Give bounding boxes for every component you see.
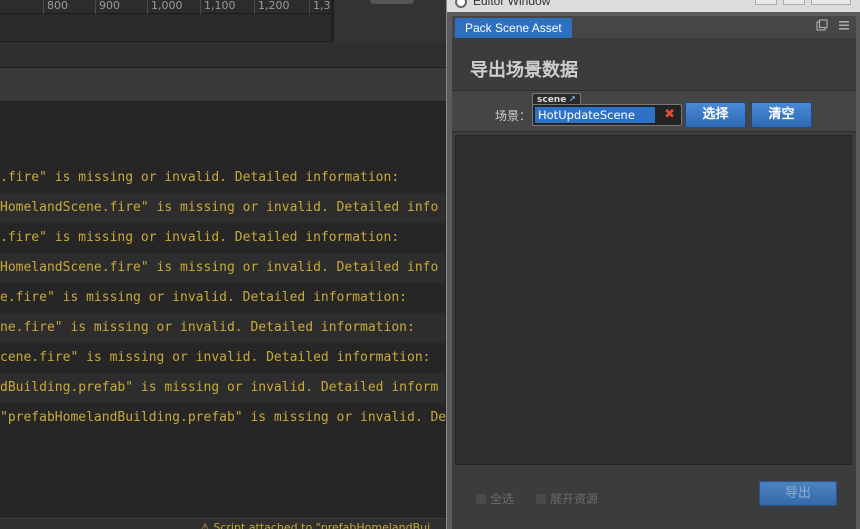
ruler-tick: 1,100: [200, 0, 236, 14]
console-log: .fire" is missing or invalid. Detailed i…: [0, 102, 446, 522]
window-titlebar[interactable]: Editor Window: [447, 0, 860, 12]
checkbox-box[interactable]: [475, 492, 487, 505]
popout-icon[interactable]: [816, 19, 828, 33]
app-icon: [455, 0, 467, 8]
console-toolbar: [0, 68, 446, 102]
clear-button[interactable]: 清空: [751, 102, 812, 128]
asset-list[interactable]: [455, 135, 852, 465]
expand-assets-checkbox[interactable]: 展开资源: [535, 490, 598, 507]
pack-scene-panel: 导出场景数据 场景： scene ↗ HotUpdateScene ✖ 选择 清空…: [452, 38, 856, 529]
main-editor-background: 800 900 1,000 1,100 1,200 1,3 .fire" is …: [0, 0, 446, 529]
console-line[interactable]: .fire" is missing or invalid. Detailed i…: [0, 163, 446, 193]
console-line[interactable]: "prefabHomelandBuilding.prefab" is missi…: [0, 403, 446, 433]
ruler-tick: 1,000: [147, 0, 183, 14]
console-line[interactable]: .fire" is missing or invalid. Detailed i…: [0, 223, 446, 253]
tab-pack-scene-asset[interactable]: Pack Scene Asset: [455, 18, 572, 38]
expand-assets-label: 展开资源: [550, 492, 599, 506]
ruler-tick: 800: [43, 0, 68, 14]
scene-view[interactable]: [0, 14, 330, 42]
screen: 800 900 1,000 1,100 1,200 1,3 .fire" is …: [0, 0, 860, 529]
status-message[interactable]: ⚠ Script attached to "prefabHomelandBui: [200, 521, 430, 529]
ruler-tick: 1,3: [309, 0, 331, 14]
panel-divider: [0, 42, 446, 68]
checkbox-box[interactable]: [535, 492, 547, 505]
minimize-icon[interactable]: [755, 0, 777, 5]
scene-asset-value: HotUpdateScene: [535, 107, 655, 123]
tab-bar: Pack Scene Asset: [452, 16, 856, 38]
ruler-tick: 1,200: [254, 0, 290, 14]
window-title: Editor Window: [473, 0, 551, 8]
remove-icon[interactable]: ✖: [664, 106, 675, 124]
scene-ruler: 800 900 1,000 1,100 1,200 1,3: [0, 0, 331, 14]
side-panel: [332, 0, 446, 42]
console-line[interactable]: e.fire" is missing or invalid. Detailed …: [0, 283, 446, 313]
console-line[interactable]: HomelandScene.fire" is missing or invali…: [0, 193, 446, 223]
status-bar: ⚠ Script attached to "prefabHomelandBui: [0, 518, 446, 529]
console-line[interactable]: cene.fire" is missing or invalid. Detail…: [0, 343, 446, 373]
ruler-tick: 900: [95, 0, 120, 14]
maximize-icon[interactable]: [783, 0, 805, 5]
select-all-checkbox[interactable]: 全选: [475, 490, 514, 507]
close-icon[interactable]: [811, 0, 851, 5]
select-button[interactable]: 选择: [685, 102, 746, 128]
scene-field-row: 场景： scene ↗ HotUpdateScene ✖ 选择 清空: [452, 90, 856, 132]
scene-field-label: 场景：: [495, 109, 532, 123]
console-line[interactable]: ne.fire" is missing or invalid. Detailed…: [0, 313, 446, 343]
menu-icon[interactable]: [838, 19, 850, 33]
console-line[interactable]: HomelandScene.fire" is missing or invali…: [0, 253, 446, 283]
editor-window: Editor Window Pack Scene Asset 导出场景数据 场景…: [446, 0, 860, 529]
export-button[interactable]: 导出: [759, 481, 837, 506]
page-title: 导出场景数据: [470, 60, 578, 81]
console-line[interactable]: dBuilding.prefab" is missing or invalid.…: [0, 373, 446, 403]
panel-handle[interactable]: [370, 0, 414, 4]
select-all-label: 全选: [490, 492, 515, 506]
tab-actions: [816, 19, 850, 33]
scene-asset-field[interactable]: HotUpdateScene ✖: [532, 104, 682, 126]
